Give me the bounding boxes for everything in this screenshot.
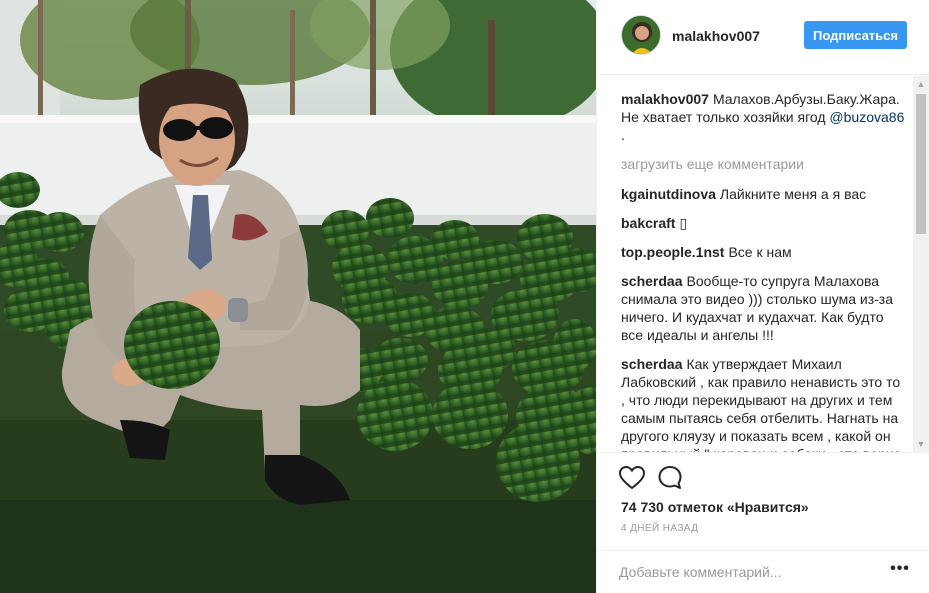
comment-item: scherdaa Как утверждает Михаил Лабковский…	[621, 355, 906, 452]
comment-username[interactable]: top.people.1nst	[621, 244, 724, 260]
avatar-photo	[622, 16, 660, 54]
comment-bubble-icon	[658, 466, 682, 489]
load-more-comments-link[interactable]: загрузить еще комментарии	[621, 155, 906, 173]
caption-mention[interactable]: @buzova86	[829, 109, 904, 125]
scrollbar-thumb[interactable]	[916, 94, 926, 234]
more-options-icon[interactable]: •••	[890, 561, 910, 581]
post-timestamp[interactable]: 4 ДНЕЙ НАЗАД	[621, 523, 698, 534]
scroll-down-arrow-icon[interactable]: ▼	[913, 436, 929, 452]
comment-username[interactable]: kgainutdinova	[621, 186, 716, 202]
caption-username[interactable]: malakhov007	[621, 91, 709, 107]
caption: malakhov007 Малахов.Арбузы.Баку.Жара. Не …	[621, 90, 906, 144]
add-comment-input[interactable]	[619, 560, 869, 584]
comment-item: scherdaa Вообще-то супруга Малахова снима…	[621, 272, 906, 344]
heart-icon	[618, 465, 646, 490]
comments-scrollbar[interactable]: ▲ ▼	[913, 76, 929, 452]
author-username[interactable]: malakhov007	[672, 28, 760, 44]
comment-item: top.people.1nst Все к нам	[621, 243, 906, 261]
scroll-up-arrow-icon[interactable]: ▲	[913, 76, 929, 92]
comment-username[interactable]: scherdaa	[621, 356, 682, 372]
avatar[interactable]	[621, 15, 661, 55]
post-photo[interactable]	[0, 0, 596, 593]
like-button[interactable]	[617, 463, 647, 493]
comment-text: Лайкните меня а я вас	[719, 186, 867, 202]
post-photo-illustration	[0, 0, 596, 593]
post-actions: 74 730 отметок «Нравится» 4 ДНЕЙ НАЗАД	[597, 452, 929, 552]
add-comment-bar: •••	[597, 550, 929, 593]
post-header: malakhov007 Подписаться	[597, 0, 929, 75]
comment-username[interactable]: bakcraft	[621, 215, 675, 231]
caption-suffix: .	[621, 127, 625, 143]
comments-list[interactable]: malakhov007 Малахов.Арбузы.Баку.Жара. Не …	[597, 76, 929, 452]
likes-count[interactable]: 74 730 отметок «Нравится»	[621, 499, 809, 515]
follow-button[interactable]: Подписаться	[804, 21, 907, 49]
comment-text: ▯	[679, 215, 688, 231]
comment-item: kgainutdinova Лайкните меня а я вас	[621, 185, 906, 203]
comment-item: bakcraft ▯	[621, 214, 906, 232]
comment-text: Все к нам	[728, 244, 792, 260]
post-side-panel: malakhov007 Подписаться malakhov007 Малах…	[596, 0, 929, 593]
comment-username[interactable]: scherdaa	[621, 273, 682, 289]
comments-content: malakhov007 Малахов.Арбузы.Баку.Жара. Не …	[621, 90, 906, 452]
comment-button[interactable]	[655, 463, 685, 493]
